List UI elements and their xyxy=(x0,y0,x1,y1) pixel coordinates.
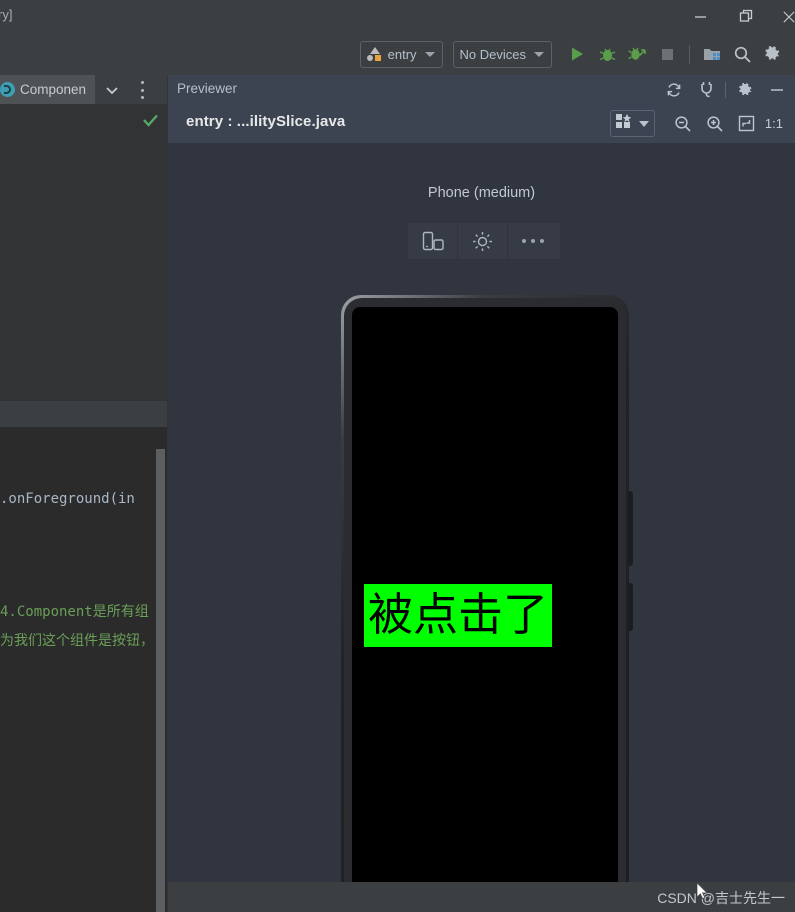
device-power-button xyxy=(628,491,633,566)
zoom-out-button[interactable] xyxy=(667,109,699,139)
plug-icon[interactable] xyxy=(690,75,722,104)
left-panel-upper-body xyxy=(0,104,168,401)
rotate-device-button[interactable] xyxy=(408,223,458,259)
search-button[interactable] xyxy=(727,37,757,71)
device-screen[interactable]: 被点击了 xyxy=(352,307,618,909)
device-name-label: Phone (medium) xyxy=(427,185,536,201)
window-title: ry] xyxy=(0,7,13,22)
clicked-label: 被点击了 xyxy=(364,584,553,647)
run-configuration-label: entry xyxy=(387,46,417,62)
green-check-icon xyxy=(143,114,158,127)
code-comment-line-2: 为我们这个组件是按钮， xyxy=(0,633,154,649)
refresh-icon[interactable] xyxy=(658,75,690,104)
previewer-header: Previewer xyxy=(168,75,795,104)
attach-debugger-button[interactable] xyxy=(622,37,652,71)
previewer-panel: Previewer entry: ...ilitySlice.java 1:1… xyxy=(168,75,795,912)
fit-to-screen-button[interactable] xyxy=(731,109,763,139)
sidebar-tab-label: Componen xyxy=(20,82,87,97)
main-toolbar: entry No Devices xyxy=(0,33,795,75)
previewer-title: Previewer xyxy=(177,81,238,96)
device-selector[interactable]: No Devices xyxy=(452,40,552,68)
grid-layout-icon xyxy=(615,113,632,134)
zoom-in-button[interactable] xyxy=(699,109,731,139)
ide-window: ry] entry No Devices Componen .onForegro… xyxy=(0,0,795,912)
restore-button[interactable] xyxy=(723,0,769,33)
chevron-down-icon xyxy=(638,120,649,127)
header-divider xyxy=(725,81,726,98)
more-options-button[interactable] xyxy=(508,223,558,259)
code-editor-sliver[interactable]: .onForeground(in 4.Component是所有组 为我们这个组件… xyxy=(0,427,168,912)
toolbar-divider xyxy=(689,44,690,64)
preview-file-tab[interactable]: entry : ...ilitySlice.java xyxy=(186,113,345,130)
device-bezel: 被点击了 xyxy=(344,298,626,909)
watermark-text: CSDN @吉士先生一 xyxy=(657,890,785,906)
component-circle-icon xyxy=(0,82,15,97)
code-comment-line-1: 4.Component是所有组 xyxy=(0,604,149,620)
left-panel-tabbar: Componen xyxy=(0,75,168,104)
chevron-down-icon[interactable] xyxy=(104,82,120,98)
mouse-cursor-icon xyxy=(696,882,709,901)
run-button[interactable] xyxy=(562,37,592,71)
previewer-file-tabbar: entry : ...ilitySlice.java 1:1 xyxy=(168,104,795,144)
device-toolbar xyxy=(408,223,560,259)
chevron-down-icon xyxy=(534,51,544,57)
device-preview-frame: 被点击了 xyxy=(341,295,633,912)
stop-button[interactable] xyxy=(652,37,682,71)
module-icon xyxy=(366,47,382,61)
editor-vertical-scrollbar[interactable] xyxy=(156,449,165,912)
preview-toolbar-actions: 1:1 xyxy=(609,104,787,143)
minimize-button[interactable] xyxy=(677,0,723,33)
sidebar-tab-component[interactable]: Componen xyxy=(0,75,95,104)
settings-button[interactable] xyxy=(757,37,787,71)
chevron-down-icon xyxy=(424,51,435,57)
left-tool-panel: Componen .onForeground(in 4.Component是所有… xyxy=(0,75,168,912)
window-controls xyxy=(677,0,795,33)
theme-toggle-button[interactable] xyxy=(458,223,508,259)
left-panel-divider xyxy=(0,401,168,427)
device-selector-label: No Devices xyxy=(459,46,526,62)
title-bar: ry] xyxy=(0,0,795,34)
layout-mode-selector[interactable] xyxy=(609,110,655,137)
toolbar-actions: entry No Devices xyxy=(359,33,787,75)
minimize-icon[interactable] xyxy=(761,75,793,104)
ellipsis-icon xyxy=(522,239,544,243)
more-vertical-icon[interactable] xyxy=(140,81,144,99)
previewer-header-actions xyxy=(658,75,793,104)
run-configuration-selector[interactable]: entry xyxy=(359,40,443,68)
device-volume-button xyxy=(628,583,633,631)
actual-size-button[interactable]: 1:1 xyxy=(763,116,787,131)
device-manager-button[interactable] xyxy=(697,37,727,71)
debug-button[interactable] xyxy=(592,37,622,71)
code-line-foreground: .onForeground(in xyxy=(0,491,135,507)
gear-icon[interactable] xyxy=(729,75,761,104)
close-button[interactable] xyxy=(769,0,795,33)
